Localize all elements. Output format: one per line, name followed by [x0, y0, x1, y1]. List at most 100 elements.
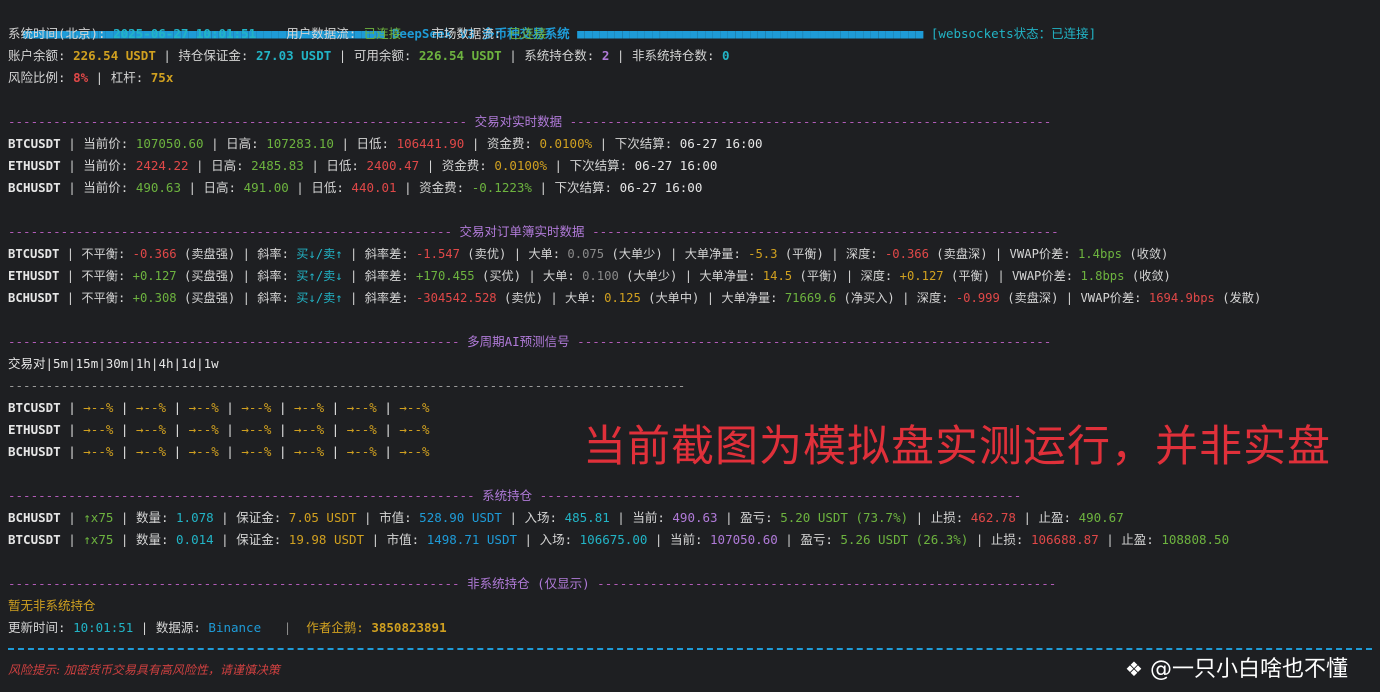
stop-loss-value: 462.78: [970, 510, 1016, 525]
imbalance-label: | 不平衡:: [59, 291, 133, 305]
price-label: | 当前价:: [60, 136, 136, 151]
orderbook-row: BCHUSDT | 不平衡: +0.308 (买盘强) | 斜率: 买↓/卖↑ …: [8, 287, 1261, 309]
realtime-row: BTCUSDT | 当前价: 107050.60 | 日高: 107283.10…: [8, 133, 763, 155]
vwap-label: | VWAP价差:: [987, 247, 1078, 261]
ai-signal-cell: →--%: [135, 422, 167, 437]
symbol: BCHUSDT: [8, 291, 60, 305]
websocket-status: [websockets状态：已连接]: [930, 26, 1097, 41]
depth-value: -0.999: [955, 291, 1000, 305]
imbalance-value: +0.308: [132, 291, 177, 305]
next-settle-value: 06-27 16:00: [619, 180, 703, 195]
ai-cell-separator: |: [218, 400, 242, 415]
risk-value: 8%: [73, 70, 89, 85]
slope-value: 买↑/卖↓: [296, 269, 343, 283]
margin-label: | 保证金:: [213, 532, 289, 547]
brand-logo-icon: ❖: [1125, 657, 1143, 681]
vwap-note: (发散): [1214, 291, 1262, 305]
ai-cell-separator: |: [324, 422, 347, 437]
high-label: | 日高:: [180, 180, 244, 195]
ai-header-cell: 15m: [75, 356, 99, 371]
qty-label: | 数量:: [113, 510, 177, 525]
separator: |: [60, 532, 84, 547]
ai-signal-cell: →--%: [399, 400, 430, 415]
imbalance-value: +0.127: [132, 269, 177, 283]
entry-label: | 入场:: [501, 510, 565, 525]
net-value: 14.5: [762, 269, 793, 283]
current-value: 107050.60: [710, 532, 778, 547]
entry-value: 106675.00: [579, 532, 648, 547]
ai-signal-cell: →--%: [241, 422, 272, 437]
depth-note: (平衡): [943, 269, 991, 283]
high-value: 491.00: [243, 180, 289, 195]
ai-cell-separator: |: [376, 422, 400, 437]
high-value: 107283.10: [266, 136, 334, 151]
ai-header-cell: 5m: [53, 356, 69, 371]
ai-header-cell: 4h: [158, 356, 174, 371]
stop-loss-value: 106688.87: [1030, 532, 1099, 547]
net-value: -5.3: [748, 247, 778, 261]
ai-signal-cell: →--%: [188, 400, 219, 415]
ai-signal-cell: →--%: [346, 444, 377, 459]
symbol: ETHUSDT: [8, 422, 61, 437]
section-ai-header: ----------------------------------------…: [8, 334, 1052, 349]
pnl-value: 5.26 USDT (26.3%): [840, 532, 969, 547]
leverage-value: 75x: [150, 70, 174, 85]
depth-value: -0.366: [884, 247, 929, 261]
ai-row: BCHUSDT | →--% | →--% | →--% | →--% | →-…: [8, 441, 430, 463]
slope-diff-value: -1.547: [415, 247, 460, 261]
high-label: | 日高:: [188, 158, 252, 173]
big-order-note: (大单中): [640, 291, 700, 305]
margin-label: | 保证金:: [213, 510, 289, 525]
vwap-label: | VWAP价差:: [1058, 291, 1149, 305]
author-label: 作者企鹅:: [306, 620, 372, 635]
symbol: BCHUSDT: [8, 180, 61, 195]
ai-header-separator: |: [45, 356, 54, 371]
next-settle-label: | 下次结算:: [592, 136, 680, 151]
brand-name: @一只小白啥也不懂: [1149, 657, 1348, 682]
section-realtime-title: 交易对实时数据: [474, 114, 563, 129]
imbalance-label: | 不平衡:: [59, 247, 133, 261]
slope-label: | 斜率:: [235, 269, 297, 283]
big-order-label: | 大单:: [543, 291, 605, 305]
depth-label: | 深度:: [894, 291, 956, 305]
slope-value: 买↓/卖↑: [296, 291, 343, 305]
price-label: | 当前价:: [60, 158, 136, 173]
symbol: BTCUSDT: [8, 400, 61, 415]
balance-label: 账户余额:: [8, 48, 74, 63]
symbol: BTCUSDT: [8, 532, 61, 547]
ai-signal-cell: →--%: [399, 444, 430, 459]
net-note: (净买入): [836, 291, 895, 305]
available-value: 226.54 USDT: [418, 48, 502, 63]
big-order-value: 0.125: [604, 291, 641, 305]
big-order-note: (大单少): [618, 269, 678, 283]
position-row: BTCUSDT | ↑x75 | 数量: 0.014 | 保证金: 19.98 …: [8, 529, 1229, 551]
fee-value: -0.1223%: [471, 180, 532, 195]
direction-leverage: ↑x75: [83, 532, 114, 547]
ai-cell-separator: |: [60, 400, 84, 415]
vwap-note: (收敛): [1122, 247, 1169, 261]
ai-cell-separator: |: [60, 444, 84, 459]
take-profit-value: 108808.50: [1161, 532, 1230, 547]
depth-value: +0.127: [899, 269, 944, 283]
market-value: 528.90 USDT: [419, 510, 502, 525]
direction-leverage: ↑x75: [83, 510, 114, 525]
fee-value: 0.0100%: [494, 158, 547, 173]
fee-label: | 资金费:: [396, 180, 472, 195]
next-settle-label: | 下次结算:: [547, 158, 635, 173]
pnl-label: | 盈亏:: [717, 510, 781, 525]
price-value: 2424.22: [135, 158, 189, 173]
nonsystem-positions-count: 0: [722, 48, 730, 63]
entry-value: 485.81: [564, 510, 610, 525]
depth-note: (卖盘深): [999, 291, 1059, 305]
net-value: 71669.6: [784, 291, 837, 305]
symbol: BCHUSDT: [8, 444, 61, 459]
value-label: | 市值:: [364, 532, 427, 547]
take-profit-value: 490.67: [1078, 510, 1124, 525]
slope-label: | 斜率:: [235, 247, 297, 261]
value-label: | 市值:: [356, 510, 420, 525]
fee-label: | 资金费:: [464, 136, 540, 151]
big-order-note: (大单少): [604, 247, 663, 261]
nonsystem-empty-message: 暂无非系统持仓: [8, 598, 96, 613]
account-line: 账户余额: 226.54 USDT | 持仓保证金: 27.03 USDT | …: [8, 45, 730, 67]
ai-signal-cell: →--%: [188, 444, 219, 459]
